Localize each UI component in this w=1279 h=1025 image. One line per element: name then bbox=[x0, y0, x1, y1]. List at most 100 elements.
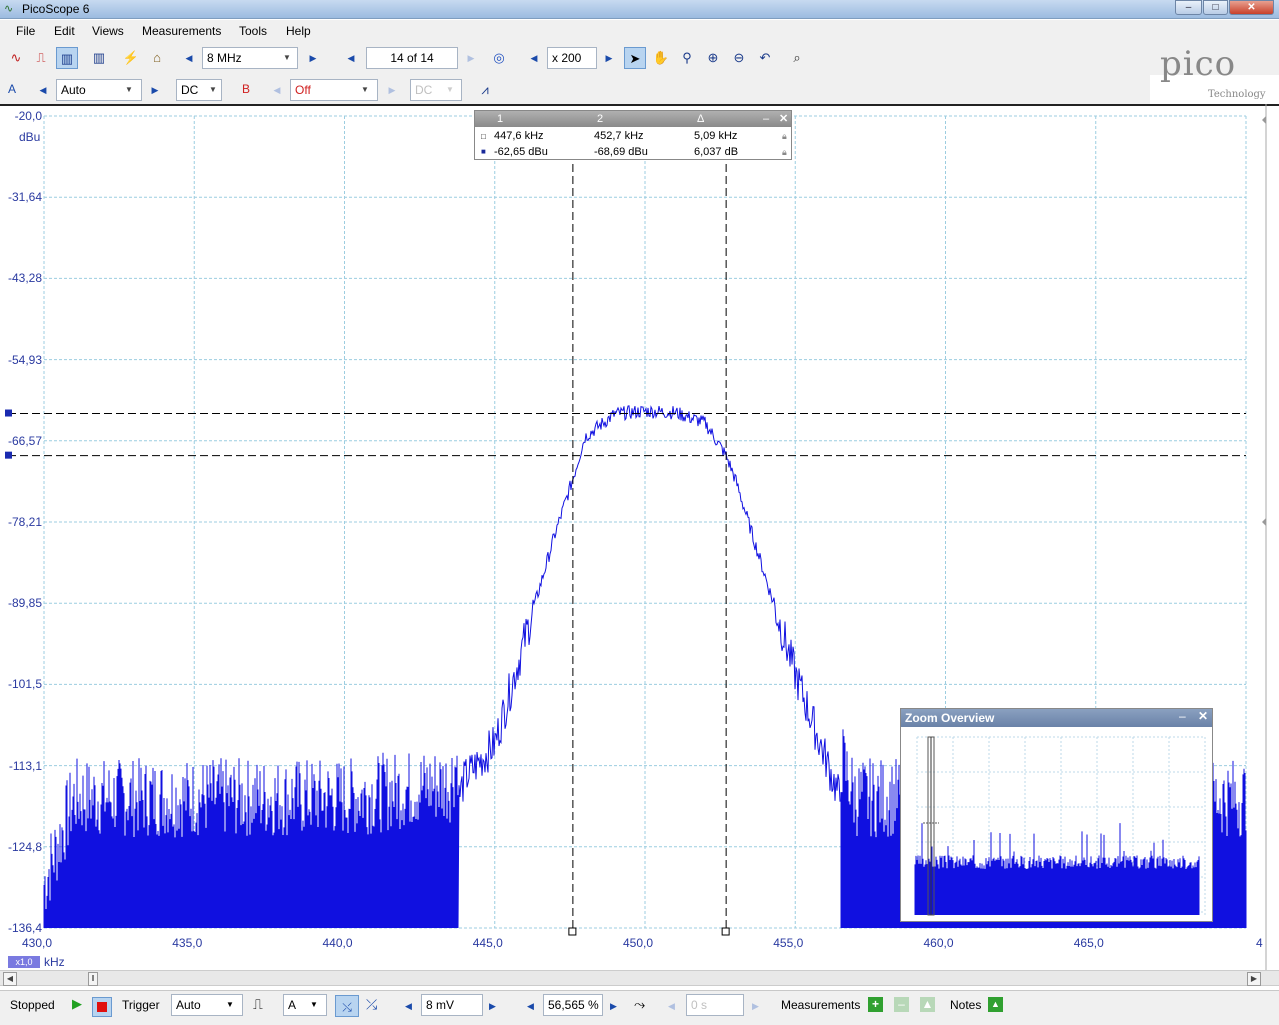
app-icon: ∿ bbox=[4, 3, 14, 15]
trigger-type-icon[interactable]: ⎍ bbox=[253, 996, 263, 1013]
maximize-button[interactable]: □ bbox=[1203, 0, 1228, 15]
channel-a-label[interactable]: A bbox=[8, 82, 16, 96]
ruler-handle-2 bbox=[721, 927, 730, 936]
y-tick-label: -43,28 bbox=[7, 271, 42, 286]
timebase-next-icon[interactable]: ▶ bbox=[304, 47, 322, 69]
pretrigger-prev-icon[interactable]: ◀ bbox=[527, 1001, 534, 1012]
falling-edge-icon[interactable]: ⤰ bbox=[366, 996, 377, 1013]
delay-icon[interactable]: ⤳ bbox=[634, 996, 645, 1013]
chevron-down-icon[interactable]: ▼ bbox=[280, 48, 294, 68]
lock-icon[interactable]: 🔒︎ bbox=[780, 144, 787, 160]
zoom-factor[interactable]: x 200 bbox=[547, 47, 597, 69]
scroll-right-icon[interactable]: ▶ bbox=[1247, 972, 1261, 986]
menu-measurements[interactable]: Measurements bbox=[142, 24, 221, 38]
ruler-table: 1 2 Δ – ✕ □ 447,6 kHz 452,7 kHz 5,09 kHz… bbox=[474, 110, 792, 160]
ruler-freq-delta: 5,09 kHz bbox=[694, 130, 738, 142]
persistence-mode-icon[interactable]: ⎍ bbox=[30, 47, 52, 69]
chevron-down-icon[interactable]: ▼ bbox=[206, 80, 220, 100]
y-tick-label: -78,21 bbox=[7, 515, 42, 529]
stop-button[interactable] bbox=[92, 997, 112, 1017]
close-icon[interactable]: ✕ bbox=[1198, 709, 1208, 723]
scroll-left-icon[interactable]: ◀ bbox=[3, 972, 17, 986]
hand-tool-icon[interactable]: ✋ bbox=[650, 47, 672, 69]
remove-measurement-icon[interactable]: – bbox=[894, 997, 909, 1012]
minimize-button[interactable]: – bbox=[1175, 0, 1202, 15]
lock-icon[interactable]: 🔒︎ bbox=[780, 128, 787, 144]
ruler-level-2: -68,69 dBu bbox=[594, 146, 648, 158]
channel-a-prev-icon[interactable]: ◀ bbox=[34, 79, 52, 101]
close-button[interactable]: ✕ bbox=[1229, 0, 1274, 15]
x-unit-label: kHz bbox=[44, 955, 65, 969]
add-view-icon[interactable]: ▥ bbox=[88, 47, 110, 69]
chevron-down-icon[interactable]: ▼ bbox=[122, 80, 136, 100]
add-measurement-icon[interactable]: + bbox=[868, 997, 883, 1012]
ruler-handle-1 bbox=[568, 927, 577, 936]
trigger-channel-select[interactable]: A bbox=[283, 994, 327, 1016]
channel-b-label[interactable]: B bbox=[242, 82, 250, 96]
zoom-in-icon[interactable]: ⊕ bbox=[702, 47, 724, 69]
notes-toggle-icon[interactable]: ▲ bbox=[988, 997, 1003, 1012]
chevron-down-icon[interactable]: ▼ bbox=[358, 80, 372, 100]
x-tick-label: 435,0 bbox=[172, 936, 203, 950]
trigger-delay[interactable]: 0 s bbox=[686, 994, 744, 1016]
threshold-prev-icon[interactable]: ◀ bbox=[405, 1001, 412, 1012]
menu-help[interactable]: Help bbox=[286, 24, 311, 38]
chevron-down-icon[interactable]: ▼ bbox=[226, 1000, 234, 1009]
menu-views[interactable]: Views bbox=[92, 24, 124, 38]
pretrigger-percent[interactable]: 56,565 % bbox=[543, 994, 603, 1016]
y-tick-label: -101,5 bbox=[7, 677, 42, 692]
axis-marker-icon bbox=[1262, 116, 1266, 124]
zoom-prev-icon[interactable]: ◀ bbox=[525, 47, 543, 69]
x-multiplier-badge[interactable]: x1,0 bbox=[8, 956, 40, 968]
buffer-navigator-icon[interactable]: ◎ bbox=[488, 47, 510, 69]
start-icon[interactable]: ▶ bbox=[72, 996, 82, 1012]
menu-file[interactable]: File bbox=[16, 24, 35, 38]
timebase-prev-icon[interactable]: ◀ bbox=[180, 47, 198, 69]
channel-b-prev-icon[interactable]: ◀ bbox=[268, 79, 286, 101]
chevron-down-icon[interactable]: ▼ bbox=[443, 80, 457, 100]
title-bar: ∿ PicoScope 6 – □ ✕ bbox=[0, 0, 1279, 19]
ruler-level-delta: 6,037 dB bbox=[694, 146, 739, 158]
ruler-marker-icon: ■ bbox=[481, 147, 486, 156]
rising-edge-icon[interactable]: ⤯ bbox=[335, 995, 359, 1017]
zoom-tool-icon[interactable]: ⚲ bbox=[676, 47, 698, 69]
y-tick-label: -89,85 bbox=[7, 596, 42, 611]
trigger-threshold[interactable]: 8 mV bbox=[421, 994, 483, 1016]
y-unit-label: dBu bbox=[19, 130, 41, 144]
capture-next-icon[interactable]: ▶ bbox=[462, 47, 480, 69]
scroll-thumb[interactable]: ‖ bbox=[88, 972, 98, 986]
edit-measurement-icon[interactable]: ▲ bbox=[920, 997, 935, 1012]
horizontal-scrollbar[interactable]: ◀ ‖ ▶ bbox=[0, 970, 1279, 986]
zoom-next-icon[interactable]: ▶ bbox=[600, 47, 618, 69]
capture-counter[interactable]: 14 of 14 bbox=[366, 47, 458, 69]
minimize-icon[interactable]: – bbox=[1179, 709, 1186, 723]
auto-setup-icon[interactable]: ⚡ bbox=[120, 47, 142, 69]
pretrigger-next-icon[interactable]: ▶ bbox=[610, 1001, 617, 1012]
menu-edit[interactable]: Edit bbox=[54, 24, 75, 38]
threshold-next-icon[interactable]: ▶ bbox=[489, 1001, 496, 1012]
pointer-tool-icon[interactable]: ➤ bbox=[624, 47, 646, 69]
menu-tools[interactable]: Tools bbox=[239, 24, 267, 38]
scope-mode-icon[interactable]: ∿ bbox=[5, 47, 27, 69]
notes-label: Notes bbox=[950, 998, 982, 1012]
y-tick-label: -136,4 bbox=[7, 921, 42, 935]
zoom-to-fit-icon[interactable]: ⌕ bbox=[786, 47, 808, 69]
home-icon[interactable]: ⌂ bbox=[146, 47, 168, 69]
axis-marker-icon bbox=[1262, 518, 1266, 526]
y-tick-label: -31,64 bbox=[7, 190, 42, 205]
delay-next-icon[interactable]: ▶ bbox=[752, 1001, 759, 1012]
zoom-out-icon[interactable]: ⊖ bbox=[728, 47, 750, 69]
x-tick-label: 445,0 bbox=[472, 936, 503, 950]
minimize-icon[interactable]: – bbox=[761, 111, 769, 127]
y-tick-label: -66,57 bbox=[7, 433, 42, 448]
close-icon[interactable]: ✕ bbox=[777, 111, 788, 127]
delay-prev-icon[interactable]: ◀ bbox=[668, 1001, 675, 1012]
channel-b-next-icon[interactable]: ▶ bbox=[383, 79, 401, 101]
zoom-overview-panel[interactable]: Zoom Overview – ✕ bbox=[900, 708, 1213, 922]
undo-zoom-icon[interactable]: ↶ bbox=[754, 47, 776, 69]
capture-prev-icon[interactable]: ◀ bbox=[342, 47, 360, 69]
spectrum-mode-icon[interactable]: ▥ bbox=[56, 47, 78, 69]
chevron-down-icon[interactable]: ▼ bbox=[310, 1000, 318, 1009]
channel-a-next-icon[interactable]: ▶ bbox=[146, 79, 164, 101]
channel-options-icon[interactable]: ⩘ bbox=[474, 79, 496, 101]
